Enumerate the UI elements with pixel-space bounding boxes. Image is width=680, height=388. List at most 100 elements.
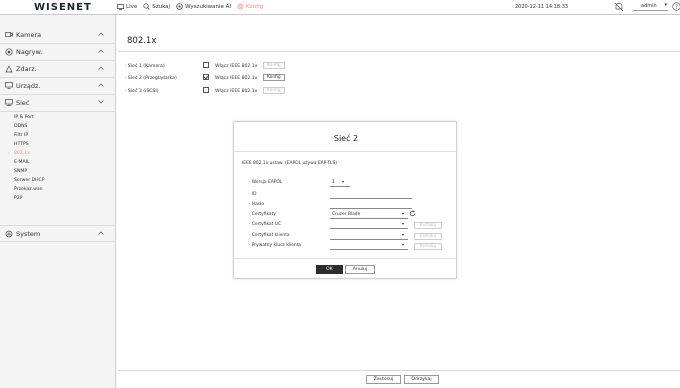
network-name: Sieć 1 (Kamera) [127,64,165,69]
sidebar-subitem-https[interactable]: HTTPS [14,142,29,147]
certificates-select[interactable] [330,218,408,219]
sidebar-subitem-p2p[interactable]: P2P [14,196,22,201]
ca-cert-label: · Certyfikat UC [249,222,282,227]
sidebar-subitem-ip-port[interactable]: IP & Port [14,115,34,120]
chevron-up-icon [98,49,104,53]
nav-live[interactable]: Live [117,4,137,10]
chevron-down-icon: ▾ [342,179,345,184]
network-1-enable-checkbox[interactable] [203,62,209,68]
field-label-text: Prywatny klucz klienta [251,243,302,248]
refresh-icon[interactable] [409,210,416,217]
network-name: Sieć 2 (Przeglądarka) [127,76,177,81]
network-3-config-button[interactable]: Konfig [263,87,285,94]
sidebar-item-system[interactable]: System [0,225,116,242]
network-3-label: · Sieć 3 (iSCSI) [125,89,159,94]
nav-config[interactable]: Konfig [237,3,263,10]
cancel-button[interactable]: Anuluj [345,265,375,274]
network-1-enable-label: Włącz IEEE 802.1x [215,64,258,69]
nav-live-label: Live [126,3,138,10]
private-key-install-button[interactable]: Instaluj [414,243,442,250]
event-icon [5,65,13,73]
network-2-dialog: Sieć 2 IEEE 802.1x ustaw. (EAPOL używa E… [233,121,458,279]
sidebar-item-record[interactable]: Nagryw. [0,44,116,61]
sidebar-subitem-wan[interactable]: Przekaz.wan [14,187,43,192]
sidebar-subitem-email[interactable]: E-MAIL [14,160,30,165]
page-title: 802.1x [127,36,157,46]
sidebar-item-label: Zdarz. [16,65,37,73]
discard-button[interactable]: Odrzykaj [404,375,439,384]
sidebar: Kamera Nagryw. Zdarz. Urządz. Sieć IP & … [0,15,116,388]
chevron-down-icon: ▾ [664,2,667,8]
nav-ai-search-label: Wyszukiwanie AI [185,3,232,10]
user-select[interactable]: admin ▾ [633,2,668,11]
sidebar-item-event[interactable]: Zdarz. [0,61,116,78]
dialog-title-divider [234,151,458,152]
monitor-icon [117,3,124,10]
apply-button[interactable]: Zastosuj [366,375,401,384]
sidebar-item-label: Nagryw. [16,48,43,56]
chevron-down-icon: ▾ [402,242,405,247]
top-bar: WISENET Live Szukaj Wyszukiwanie AI Konf… [0,0,680,15]
network-2-label: · Sieć 2 (Przeglądarka) [125,76,177,81]
system-icon [5,230,13,238]
sidebar-item-network[interactable]: Sieć [0,95,116,112]
chevron-down-icon: ▾ [402,211,405,216]
footer-divider [118,370,680,371]
nav-ai-search[interactable]: Wyszukiwanie AI [176,3,231,10]
sidebar-item-label: Kamera [16,31,42,39]
network-1-config-button[interactable]: Konfig [263,62,285,69]
id-input[interactable] [330,198,412,199]
settings-icon [237,3,244,10]
password-input[interactable] [330,208,412,209]
field-label-text: Certyfikat klienta [251,233,290,238]
client-cert-install-button[interactable]: Instaluj [414,233,442,240]
dialog-footer-divider [234,258,458,259]
ok-button[interactable]: OK [316,265,343,274]
chevron-up-icon [98,83,104,87]
network-2-config-button[interactable]: Konfig [263,74,285,81]
dialog-description: IEEE 802.1x ustaw. (EAPOL używa EAP-TLS) [242,161,337,166]
chevron-up-icon [98,32,104,36]
active-arrow-icon: › [8,151,10,156]
network-1-label: · Sieć 1 (Kamera) [125,64,165,69]
camera-icon [5,32,13,37]
nav-search[interactable]: Szukaj [143,3,170,10]
search-icon [143,3,150,10]
field-label-text: Wersja EAPOL [251,180,283,185]
sidebar-subitem-snmp[interactable]: SNMP [14,169,27,174]
sidebar-subitem-ddns[interactable]: DDNS [14,124,27,129]
password-label: · Hasło [249,202,265,207]
chevron-down-icon: ▾ [402,232,405,237]
sidebar-item-label: System [16,230,41,238]
sidebar-subitem-ip-filter[interactable]: Filtr IP [14,133,28,138]
sidebar-subitem-dhcp[interactable]: Serwer DHCP [14,178,45,183]
sidebar-subitem-8021x[interactable]: › 802.1x [8,151,30,156]
sidebar-item-camera[interactable]: Kamera [0,27,116,44]
eapol-version-select[interactable] [330,186,350,187]
notification-off-icon[interactable] [614,2,624,12]
chevron-up-icon [98,231,104,235]
sidebar-item-device[interactable]: Urządz. [0,78,116,95]
field-label-text: ID [251,192,257,197]
chevron-up-icon [98,66,104,70]
ca-cert-select[interactable] [330,228,408,229]
network-3-enable-label: Włącz IEEE 802.1x [215,89,258,94]
private-key-select[interactable] [330,249,408,250]
svg-text:?: ? [675,4,678,10]
client-cert-select[interactable] [330,239,408,240]
eapol-version-value: 1 [332,180,335,185]
nav-config-label: Konfig [246,3,264,10]
nav-search-label: Szukaj [152,3,171,10]
network-name: Sieć 3 (iSCSI) [127,89,159,94]
certificates-label: · Certyfikaty [249,212,276,217]
network-icon [5,99,13,106]
client-cert-label: · Certyfikat klienta [249,233,290,238]
ai-search-icon [176,3,183,10]
help-icon[interactable]: ? [672,2,680,11]
sidebar-item-label: Urządz. [16,82,41,90]
field-label-text: Hasło [251,202,265,207]
network-3-enable-checkbox[interactable] [203,87,209,93]
sidebar-subitem-label: 802.1x [14,151,30,156]
ca-cert-install-button[interactable]: Instaluj [414,222,442,229]
network-2-enable-checkbox[interactable] [203,74,209,80]
